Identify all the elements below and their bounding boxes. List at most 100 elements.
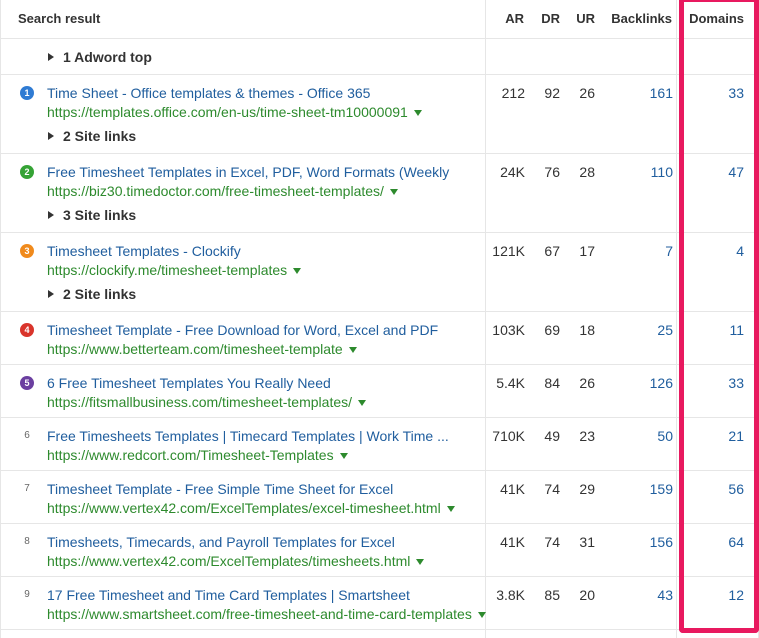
result-title-link[interactable]: 17 Free Timesheet and Time Card Template… (47, 587, 410, 603)
domains-value[interactable]: 11 (729, 322, 744, 338)
backlinks-value[interactable]: 43 (657, 587, 673, 603)
adword-toggle[interactable]: 1 Adword top (48, 49, 152, 65)
dr-value: 76 (544, 164, 560, 180)
result-url-link[interactable]: https://fitsmallbusiness.com/timesheet-t… (47, 394, 367, 410)
ur-value: 26 (579, 85, 595, 101)
ur-value: 31 (579, 534, 595, 550)
result-title-link[interactable]: Timesheets, Timecards, and Payroll Templ… (47, 534, 395, 550)
dr-value: 74 (544, 481, 560, 497)
dr-value: 84 (544, 375, 560, 391)
ur-value: 20 (579, 587, 595, 603)
domains-value[interactable]: 64 (728, 534, 744, 550)
caret-down-icon[interactable] (389, 189, 398, 195)
rank-number: 7 (24, 483, 30, 494)
rank-number: 9 (24, 589, 30, 600)
table-row: 4 Timesheet Template - Free Download for… (0, 312, 759, 365)
table-row: 1 Time Sheet - Office templates & themes… (0, 75, 759, 154)
caret-down-icon[interactable] (348, 347, 357, 353)
rank-badge: 2 (20, 165, 34, 179)
expand-triangle-icon (48, 53, 54, 61)
domains-value[interactable]: 56 (728, 481, 744, 497)
result-title-link[interactable]: Timesheet Template - Free Simple Time Sh… (47, 481, 393, 497)
dr-value: 67 (544, 243, 560, 259)
ar-value: 710K (492, 428, 525, 444)
col-search-result[interactable]: Search result (18, 11, 100, 26)
dr-value: 49 (544, 428, 560, 444)
caret-down-icon[interactable] (416, 559, 425, 565)
sitelinks-toggle[interactable]: 2 Site links (48, 286, 136, 302)
ur-value: 23 (579, 428, 595, 444)
col-ur[interactable]: UR (576, 11, 595, 26)
result-url-link[interactable]: https://biz30.timedoctor.com/free-timesh… (47, 183, 398, 199)
rank-badge: 5 (20, 376, 34, 390)
result-title-link[interactable]: 6 Free Timesheet Templates You Really Ne… (47, 375, 331, 391)
caret-down-icon[interactable] (413, 110, 422, 116)
table-row: 3 Timesheet Templates - Clockify https:/… (0, 233, 759, 312)
caret-down-icon[interactable] (339, 453, 348, 459)
adword-row: 1 Adword top (0, 39, 759, 75)
ur-value: 18 (579, 322, 595, 338)
ar-value: 41K (500, 481, 525, 497)
dr-value: 69 (544, 322, 560, 338)
domains-value[interactable]: 4 (736, 243, 744, 259)
caret-down-icon[interactable] (358, 400, 367, 406)
ar-value: 121K (492, 243, 525, 259)
dr-value: 74 (544, 534, 560, 550)
result-title-link[interactable]: Free Timesheets Templates | Timecard Tem… (47, 428, 449, 444)
result-url-link[interactable]: https://www.vertex42.com/ExcelTemplates/… (47, 500, 455, 516)
ar-value: 41K (500, 534, 525, 550)
col-domains[interactable]: Domains (689, 11, 744, 26)
result-title-link[interactable]: Timesheet Templates - Clockify (47, 243, 241, 259)
backlinks-value[interactable]: 7 (665, 243, 673, 259)
rank-number: 8 (24, 536, 30, 547)
result-url-link[interactable]: https://www.redcort.com/Timesheet-Templa… (47, 447, 348, 463)
backlinks-value[interactable]: 25 (657, 322, 673, 338)
dr-value: 92 (544, 85, 560, 101)
result-url-link[interactable]: https://clockify.me/timesheet-templates (47, 262, 302, 278)
caret-down-icon[interactable] (477, 612, 486, 618)
rank-badge: 3 (20, 244, 34, 258)
col-dr[interactable]: DR (541, 11, 560, 26)
ar-value: 3.8K (496, 587, 525, 603)
expand-triangle-icon (48, 132, 54, 140)
expand-triangle-icon (48, 290, 54, 298)
domains-value[interactable]: 33 (728, 375, 744, 391)
backlinks-value[interactable]: 156 (650, 534, 673, 550)
table-row: 8 Timesheets, Timecards, and Payroll Tem… (0, 524, 759, 577)
sitelinks-toggle[interactable]: 2 Site links (48, 128, 136, 144)
table-row: 6 Free Timesheets Templates | Timecard T… (0, 418, 759, 471)
result-title-link[interactable]: Time Sheet - Office templates & themes -… (47, 85, 370, 101)
backlinks-value[interactable]: 50 (657, 428, 673, 444)
domains-value[interactable]: 12 (728, 587, 744, 603)
result-url-link[interactable]: https://templates.office.com/en-us/time-… (47, 104, 422, 120)
backlinks-value[interactable]: 161 (650, 85, 673, 101)
col-ar[interactable]: AR (505, 11, 524, 26)
ur-value: 29 (579, 481, 595, 497)
sitelinks-toggle[interactable]: 3 Site links (48, 207, 136, 223)
result-url-link[interactable]: https://www.vertex42.com/ExcelTemplates/… (47, 553, 425, 569)
ur-value: 28 (579, 164, 595, 180)
domains-value[interactable]: 21 (728, 428, 744, 444)
domains-highlight-top-edge (684, 0, 754, 2)
col-backlinks[interactable]: Backlinks (611, 11, 672, 26)
expand-triangle-icon (48, 211, 54, 219)
rank-badge: 1 (20, 86, 34, 100)
ar-value: 212 (501, 85, 525, 101)
backlinks-value[interactable]: 110 (651, 164, 673, 180)
result-url-link[interactable]: https://www.betterteam.com/timesheet-tem… (47, 341, 357, 357)
caret-down-icon[interactable] (446, 506, 455, 512)
result-title-link[interactable]: Free Timesheet Templates in Excel, PDF, … (47, 164, 449, 180)
dr-value: 85 (544, 587, 560, 603)
result-url-link[interactable]: https://www.smartsheet.com/free-timeshee… (47, 606, 486, 622)
ar-value: 5.4K (496, 375, 525, 391)
table-row: 7 Timesheet Template - Free Simple Time … (0, 471, 759, 524)
table-row: 5 6 Free Timesheet Templates You Really … (0, 365, 759, 418)
domains-value[interactable]: 33 (728, 85, 744, 101)
domains-value[interactable]: 47 (728, 164, 744, 180)
table-header: Search result AR DR UR Backlinks Domains (0, 0, 759, 39)
backlinks-value[interactable]: 126 (650, 375, 673, 391)
table-row: 9 17 Free Timesheet and Time Card Templa… (0, 577, 759, 630)
backlinks-value[interactable]: 159 (650, 481, 673, 497)
caret-down-icon[interactable] (293, 268, 302, 274)
result-title-link[interactable]: Timesheet Template - Free Download for W… (47, 322, 438, 338)
